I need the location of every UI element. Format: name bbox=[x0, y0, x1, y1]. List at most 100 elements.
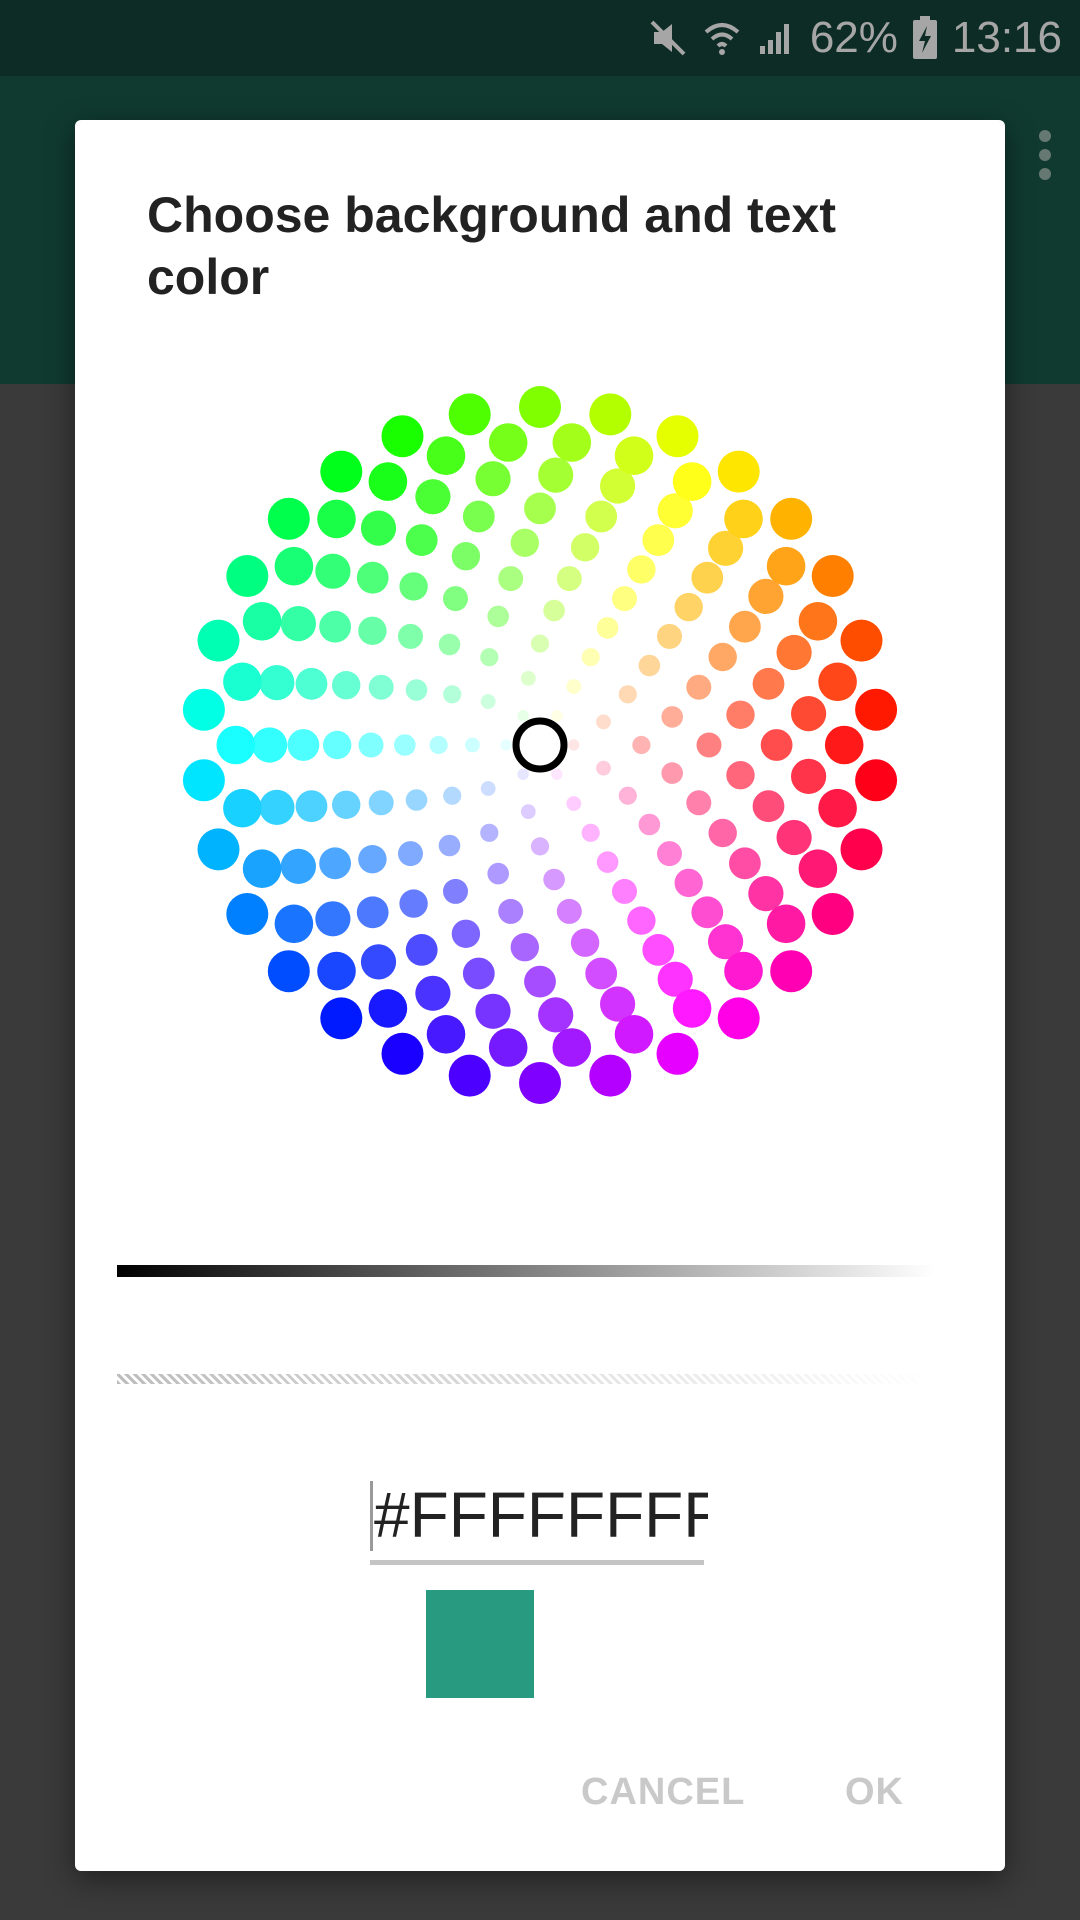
color-dot[interactable] bbox=[520, 671, 536, 686]
selected-color-ring-icon[interactable] bbox=[512, 717, 568, 773]
color-dot[interactable] bbox=[798, 849, 838, 888]
color-dot[interactable] bbox=[551, 710, 563, 722]
color-dot[interactable] bbox=[691, 561, 724, 594]
color-dot[interactable] bbox=[223, 788, 262, 828]
color-dot[interactable] bbox=[748, 876, 784, 912]
color-dot[interactable] bbox=[638, 654, 661, 677]
color-dot[interactable] bbox=[552, 423, 592, 462]
color-dot[interactable] bbox=[259, 665, 295, 701]
color-dot[interactable] bbox=[530, 837, 550, 856]
color-dot[interactable] bbox=[332, 671, 361, 700]
color-dot[interactable] bbox=[656, 1032, 699, 1075]
color-dot[interactable] bbox=[811, 555, 854, 597]
color-dot[interactable] bbox=[197, 828, 240, 871]
ok-button[interactable]: OK bbox=[845, 1760, 904, 1824]
color-dot[interactable] bbox=[612, 878, 637, 904]
color-dot[interactable] bbox=[488, 423, 528, 462]
color-dot[interactable] bbox=[556, 566, 582, 592]
color-dot[interactable] bbox=[618, 685, 637, 704]
color-dot[interactable] bbox=[360, 510, 397, 546]
color-dot[interactable] bbox=[480, 781, 496, 796]
color-dot[interactable] bbox=[182, 759, 225, 802]
color-dot[interactable] bbox=[317, 951, 356, 991]
color-dot[interactable] bbox=[627, 555, 656, 584]
color-dot[interactable] bbox=[657, 841, 682, 867]
color-dot[interactable] bbox=[840, 828, 883, 871]
color-dot[interactable] bbox=[394, 734, 416, 756]
color-dot[interactable] bbox=[360, 944, 397, 980]
color-dot[interactable] bbox=[510, 933, 539, 962]
color-dot[interactable] bbox=[581, 823, 600, 842]
color-dot[interactable] bbox=[487, 605, 510, 628]
color-dot[interactable] bbox=[317, 499, 356, 539]
color-dot[interactable] bbox=[691, 896, 724, 929]
color-dot[interactable] bbox=[632, 735, 651, 755]
color-dot[interactable] bbox=[415, 479, 451, 515]
color-dot[interactable] bbox=[585, 500, 618, 533]
color-dot[interactable] bbox=[480, 648, 499, 667]
color-dot[interactable] bbox=[259, 789, 295, 825]
color-dot[interactable] bbox=[776, 819, 812, 856]
color-dot[interactable] bbox=[686, 790, 712, 816]
color-dot[interactable] bbox=[524, 965, 556, 998]
color-dot[interactable] bbox=[438, 834, 461, 857]
color-dot[interactable] bbox=[332, 790, 361, 819]
color-dot[interactable] bbox=[543, 868, 565, 891]
color-dot[interactable] bbox=[596, 617, 619, 639]
color-dot[interactable] bbox=[510, 528, 539, 557]
color-dot[interactable] bbox=[748, 578, 784, 614]
color-dot[interactable] bbox=[226, 555, 269, 597]
color-dot[interactable] bbox=[438, 633, 461, 656]
color-dot[interactable] bbox=[752, 667, 785, 700]
color-dot[interactable] bbox=[242, 602, 282, 641]
color-dot[interactable] bbox=[556, 898, 582, 924]
color-dot[interactable] bbox=[358, 845, 387, 874]
color-dot[interactable] bbox=[618, 786, 637, 805]
color-dot[interactable] bbox=[319, 847, 351, 880]
color-dot[interactable] bbox=[661, 706, 683, 728]
color-dot[interactable] bbox=[267, 950, 310, 993]
color-dot[interactable] bbox=[315, 553, 351, 589]
color-dot[interactable] bbox=[320, 997, 363, 1040]
color-dot[interactable] bbox=[791, 758, 827, 794]
color-dot[interactable] bbox=[585, 957, 618, 990]
color-dot[interactable] bbox=[462, 500, 495, 533]
color-dot[interactable] bbox=[429, 735, 448, 755]
color-dot[interactable] bbox=[538, 997, 574, 1033]
color-dot[interactable] bbox=[465, 737, 480, 753]
color-dot[interactable] bbox=[319, 610, 351, 643]
color-dot[interactable] bbox=[480, 823, 499, 842]
color-dot[interactable] bbox=[642, 524, 675, 556]
color-dot[interactable] bbox=[855, 688, 898, 731]
color-dot[interactable] bbox=[323, 730, 352, 760]
color-dot[interactable] bbox=[596, 760, 611, 776]
color-dot[interactable] bbox=[568, 739, 580, 751]
color-dot[interactable] bbox=[818, 662, 857, 702]
color-dot[interactable] bbox=[274, 546, 314, 586]
color-dot[interactable] bbox=[252, 727, 288, 763]
color-dot[interactable] bbox=[487, 862, 510, 885]
color-dot[interactable] bbox=[642, 934, 675, 966]
color-dot[interactable] bbox=[399, 572, 428, 601]
color-dot[interactable] bbox=[500, 739, 512, 751]
color-dot[interactable] bbox=[552, 1028, 592, 1067]
color-dot[interactable] bbox=[498, 566, 524, 592]
color-dot[interactable] bbox=[223, 662, 262, 702]
color-dot[interactable] bbox=[517, 768, 529, 780]
color-dot[interactable] bbox=[811, 893, 854, 935]
color-dot[interactable] bbox=[724, 499, 763, 539]
color-dot[interactable] bbox=[657, 623, 682, 649]
color-dot[interactable] bbox=[448, 393, 491, 436]
color-dot[interactable] bbox=[398, 623, 423, 649]
color-dot[interactable] bbox=[824, 725, 864, 765]
color-dot[interactable] bbox=[570, 533, 600, 562]
color-dot[interactable] bbox=[696, 732, 722, 758]
color-dot[interactable] bbox=[524, 492, 556, 525]
color-dot[interactable] bbox=[443, 786, 462, 805]
color-dot[interactable] bbox=[295, 667, 328, 700]
color-dot[interactable] bbox=[405, 934, 438, 966]
color-dot[interactable] bbox=[724, 951, 763, 991]
color-dot[interactable] bbox=[405, 524, 438, 556]
color-dot[interactable] bbox=[443, 685, 462, 704]
color-dot[interactable] bbox=[770, 950, 813, 993]
